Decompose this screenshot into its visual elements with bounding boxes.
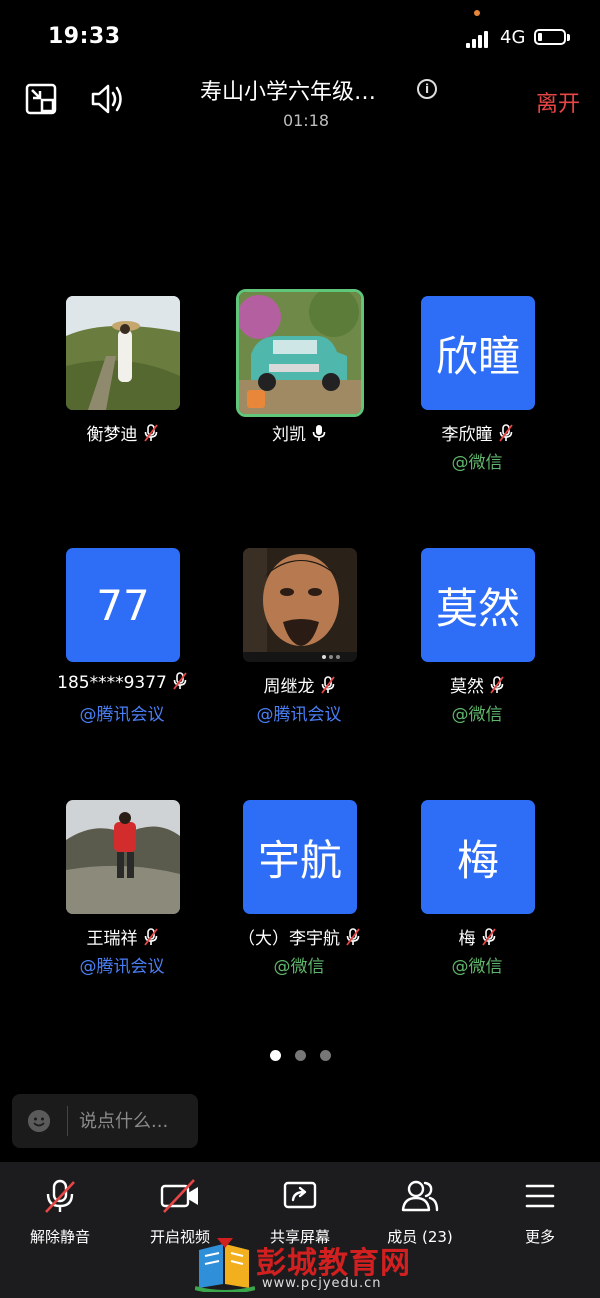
mic-muted-icon (320, 676, 335, 699)
participant-avatar-text: 宇航 (243, 800, 357, 914)
meeting-timer: 01:18 (282, 111, 330, 130)
page-indicator[interactable] (0, 1046, 600, 1065)
participant-avatar-text: 莫然 (421, 548, 535, 662)
mic-muted-icon (481, 928, 496, 951)
battery-tip (567, 34, 570, 41)
participant-avatar-photo (66, 296, 180, 410)
privacy-indicator-dot (474, 10, 480, 16)
unmute-button[interactable]: 解除静音 (0, 1174, 120, 1247)
participant-name: 衡梦迪 (29, 420, 215, 447)
share-screen-icon (283, 1181, 317, 1209)
participant-tile[interactable]: 梅 梅 @微信 (414, 800, 540, 1000)
mic-muted-icon (173, 672, 187, 695)
battery-icon (534, 29, 566, 45)
page-dot-active[interactable] (269, 1050, 281, 1061)
signal-icon (466, 30, 490, 48)
participant-name: （大）李宇航 (206, 924, 392, 951)
participant-name: 梅 (384, 924, 570, 951)
participant-source: @腾讯会议 (79, 957, 165, 977)
status-time: 19:33 (48, 24, 121, 49)
unmute-label: 解除静音 (29, 1228, 90, 1246)
participant-name: 莫然 (384, 672, 570, 699)
participant-source: @腾讯会议 (256, 705, 342, 725)
participant-avatar-text: 77 (66, 548, 180, 662)
page-dot[interactable] (294, 1050, 306, 1061)
participant-avatar-photo (66, 800, 180, 914)
participant-source: @微信 (451, 705, 503, 725)
mic-muted-icon (143, 928, 158, 951)
participant-avatar-photo (243, 548, 357, 662)
more-label: 更多 (524, 1228, 555, 1246)
participant-tile[interactable]: 欣瞳 李欣瞳 @微信 (414, 296, 540, 496)
participant-source: @腾讯会议 (79, 705, 165, 725)
page-dot[interactable] (319, 1050, 331, 1061)
participant-tile[interactable]: 衡梦迪 (59, 296, 185, 496)
participant-source: @微信 (273, 957, 325, 977)
camera-off-icon (160, 1179, 198, 1213)
members-icon (401, 1180, 439, 1212)
participant-tile[interactable]: 莫然 莫然 @微信 (414, 548, 540, 748)
mic-muted-icon (45, 1179, 75, 1213)
menu-icon (525, 1184, 555, 1208)
participant-name: 周继龙 (206, 672, 392, 699)
mic-muted-icon (143, 424, 158, 447)
more-button[interactable]: 更多 (480, 1174, 600, 1247)
mic-muted-icon (498, 424, 513, 447)
mic-on-icon (312, 424, 326, 447)
participant-tile[interactable]: 王瑞祥 @腾讯会议 (59, 800, 185, 1000)
participant-avatar-text: 欣瞳 (421, 296, 535, 410)
participant-source: @微信 (451, 453, 503, 473)
mic-muted-icon (490, 676, 504, 699)
participant-name: 185****9377 (29, 672, 215, 695)
emoji-icon[interactable] (28, 1110, 50, 1132)
info-icon[interactable]: i (417, 79, 437, 99)
participant-name: 李欣瞳 (384, 420, 570, 447)
participant-tile-speaking[interactable]: 刘凯 (236, 289, 364, 496)
chat-input[interactable] (79, 1108, 189, 1134)
chat-divider (67, 1106, 68, 1136)
participant-tile[interactable]: 宇航 （大）李宇航 @微信 (236, 800, 362, 1000)
watermark-url: www.pcjyedu.cn (262, 1276, 382, 1291)
participant-name: 刘凯 (206, 420, 392, 447)
participant-avatar-photo (236, 289, 364, 417)
network-type: 4G (500, 27, 526, 48)
mic-muted-icon (346, 928, 360, 951)
participant-name: 王瑞祥 (29, 924, 215, 951)
participant-avatar-text: 梅 (421, 800, 535, 914)
meeting-title[interactable]: 寿山小学六年级… (200, 74, 376, 106)
leave-button[interactable]: 离开 (536, 86, 580, 118)
participant-source: @微信 (451, 957, 503, 977)
participant-tile[interactable]: 77 185****9377 @腾讯会议 (57, 548, 187, 748)
participant-tile[interactable]: 周继龙 @腾讯会议 (236, 548, 362, 748)
